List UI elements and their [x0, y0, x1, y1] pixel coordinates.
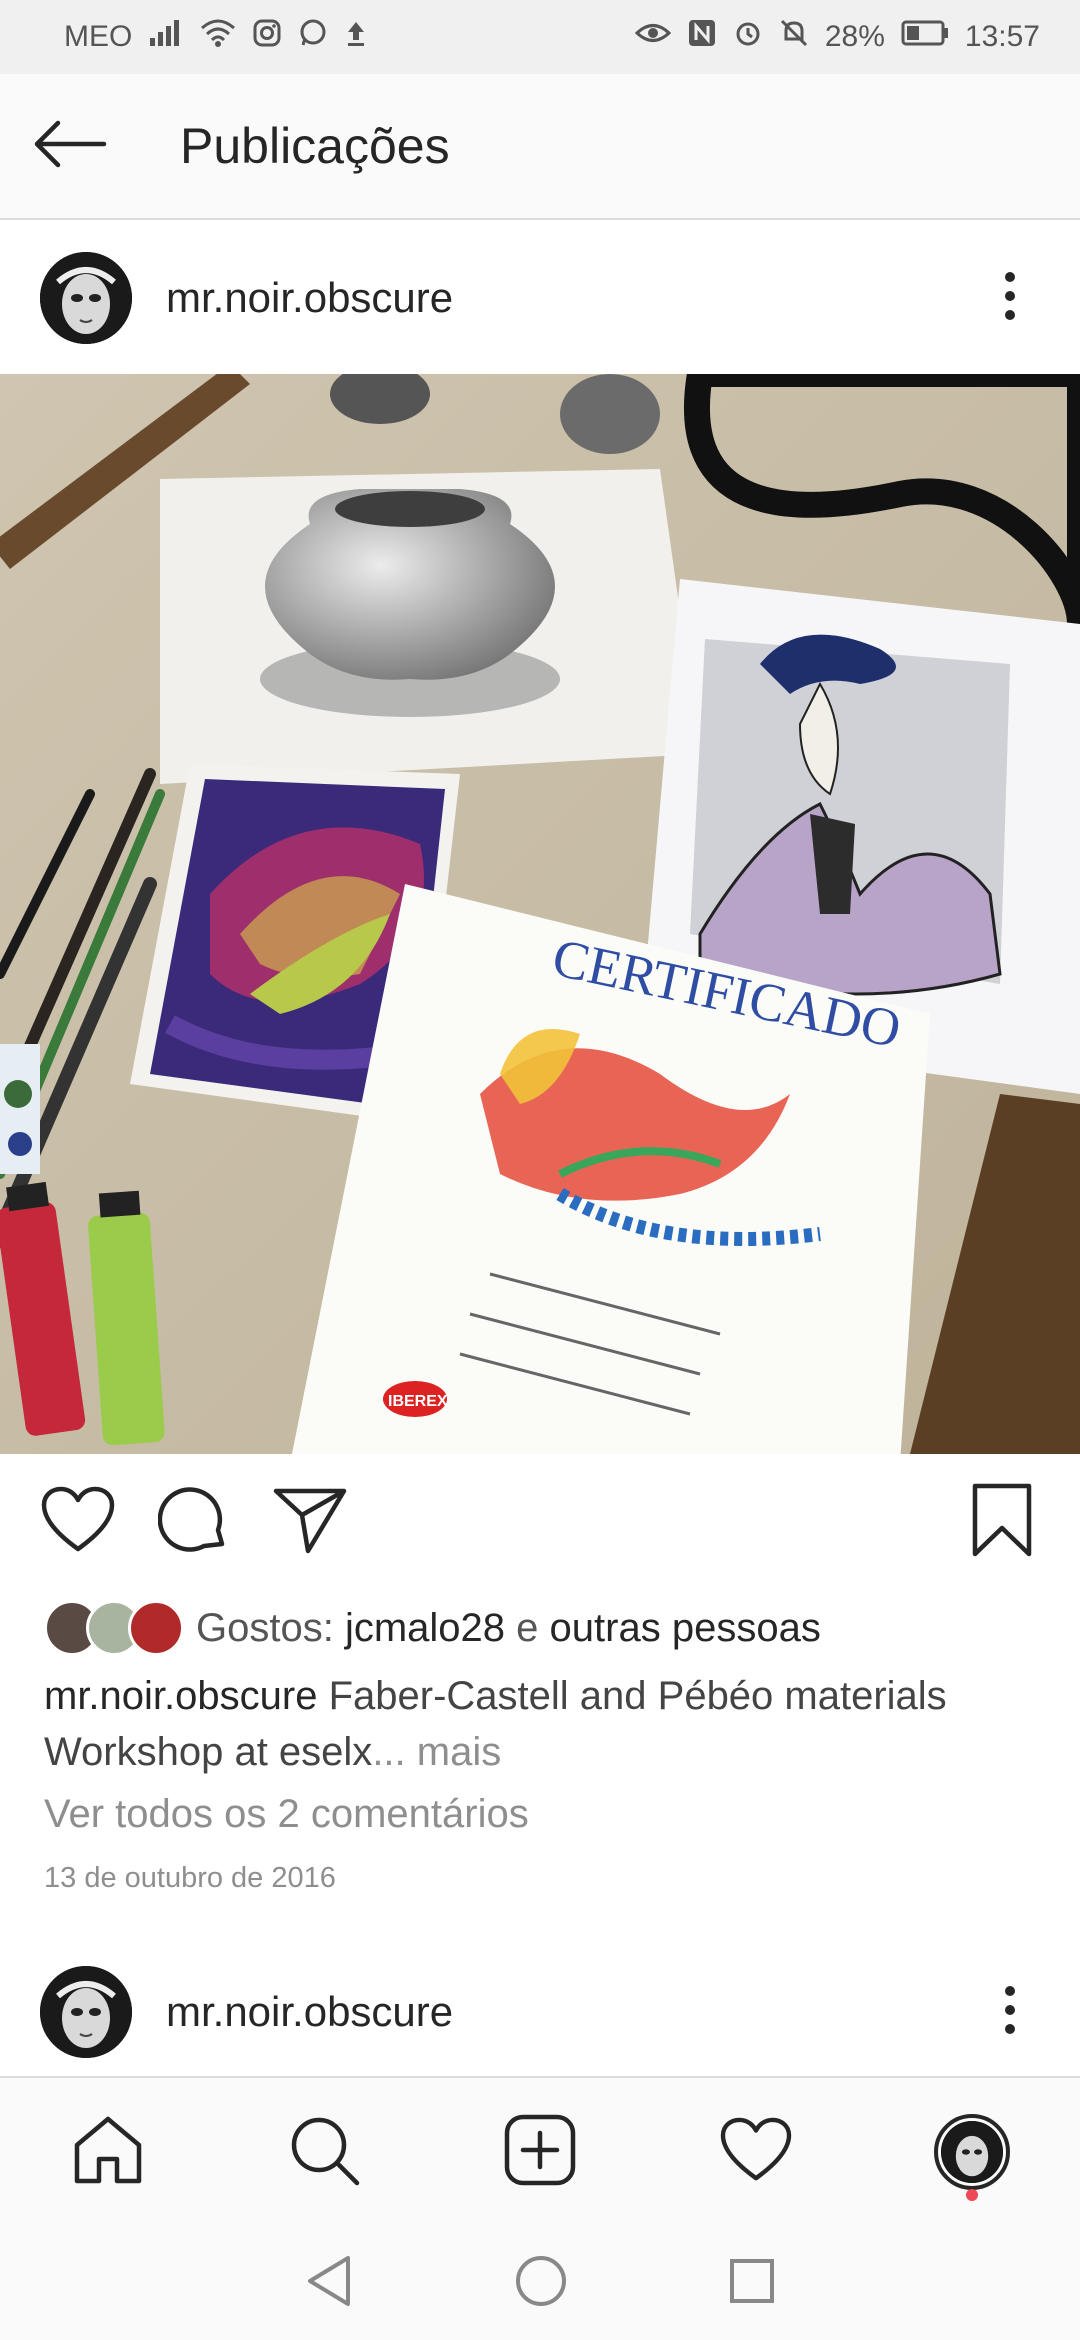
avatar[interactable]	[40, 1966, 132, 2058]
more-options-button[interactable]	[980, 258, 1040, 338]
post-photo[interactable]: CERTIFICADO IBEREX	[0, 374, 1080, 1454]
more-vertical-icon	[1004, 271, 1016, 326]
nav-search[interactable]	[269, 2097, 379, 2207]
battery-percent: 28%	[824, 20, 885, 53]
likes-conjunction: e	[516, 1605, 539, 1650]
eye-icon	[634, 18, 672, 56]
iberex-logo-text: IBEREX	[388, 1393, 448, 1410]
clock: 13:57	[964, 20, 1040, 53]
comment-button[interactable]	[152, 1480, 236, 1564]
nfc-icon	[687, 18, 717, 56]
next-post-username[interactable]: mr.noir.obscure	[166, 1988, 980, 2036]
home-icon	[71, 2113, 145, 2192]
view-comments-link[interactable]: Ver todos os 2 comentários	[44, 1792, 529, 1837]
post-header: mr.noir.obscure	[0, 222, 1080, 374]
bottom-nav	[0, 2076, 1080, 2226]
system-navigation	[0, 2226, 1080, 2340]
like-button[interactable]	[36, 1480, 120, 1564]
upload-icon	[344, 18, 368, 56]
likes-summary[interactable]: Gostos: jcmalo28 e outras pessoas	[44, 1596, 821, 1660]
nav-profile[interactable]	[917, 2097, 1027, 2207]
caption-more-link[interactable]: ... mais	[372, 1730, 501, 1774]
nav-home[interactable]	[53, 2097, 163, 2207]
comment-icon	[157, 1484, 230, 1561]
mute-icon	[779, 18, 809, 56]
whatsapp-icon	[298, 18, 328, 56]
caption-username[interactable]: mr.noir.obscure	[44, 1674, 317, 1718]
heart-icon	[40, 1485, 116, 1560]
post-date: 13 de outubro de 2016	[44, 1862, 336, 1894]
avatar[interactable]	[40, 252, 132, 344]
post-username[interactable]: mr.noir.obscure	[166, 274, 980, 322]
more-options-button[interactable]	[980, 1972, 1040, 2052]
arrow-left-icon	[32, 119, 108, 174]
carrier-label: MEO	[64, 20, 133, 53]
post-actions	[0, 1454, 1080, 1590]
add-post-icon	[503, 2113, 577, 2192]
notification-dot	[966, 2189, 978, 2201]
nav-activity[interactable]	[701, 2097, 811, 2207]
likes-prefix: Gostos:	[196, 1605, 334, 1650]
status-bar: MEO 28% 13:57	[0, 0, 1080, 74]
liker-avatar	[128, 1600, 184, 1656]
bookmark-icon	[971, 1482, 1033, 1563]
system-back-button[interactable]	[304, 2254, 354, 2313]
liker-username[interactable]: jcmalo28	[345, 1606, 505, 1651]
post-caption: mr.noir.obscure Faber-Castell and Pébéo …	[44, 1668, 1044, 1780]
system-recents-button[interactable]	[728, 2257, 776, 2310]
heart-icon	[719, 2116, 793, 2189]
more-vertical-icon	[1004, 1985, 1016, 2040]
system-home-button[interactable]	[514, 2254, 568, 2313]
back-button[interactable]	[0, 73, 140, 219]
wifi-icon	[200, 18, 236, 56]
liker-avatars	[44, 1600, 184, 1656]
share-button[interactable]	[268, 1480, 352, 1564]
battery-icon	[901, 20, 949, 54]
page-title: Publicações	[180, 118, 450, 174]
send-icon	[272, 1485, 348, 1560]
next-post-header: mr.noir.obscure	[0, 1936, 1080, 2088]
signal-icon	[148, 18, 184, 56]
alarm-icon	[733, 18, 763, 56]
likes-others-link[interactable]: outras pessoas	[550, 1606, 821, 1651]
instagram-icon	[252, 18, 282, 56]
search-icon	[287, 2113, 361, 2192]
save-button[interactable]	[960, 1480, 1044, 1564]
nav-new-post[interactable]	[485, 2097, 595, 2207]
app-header: Publicações	[0, 74, 1080, 220]
profile-avatar	[934, 2114, 1010, 2190]
